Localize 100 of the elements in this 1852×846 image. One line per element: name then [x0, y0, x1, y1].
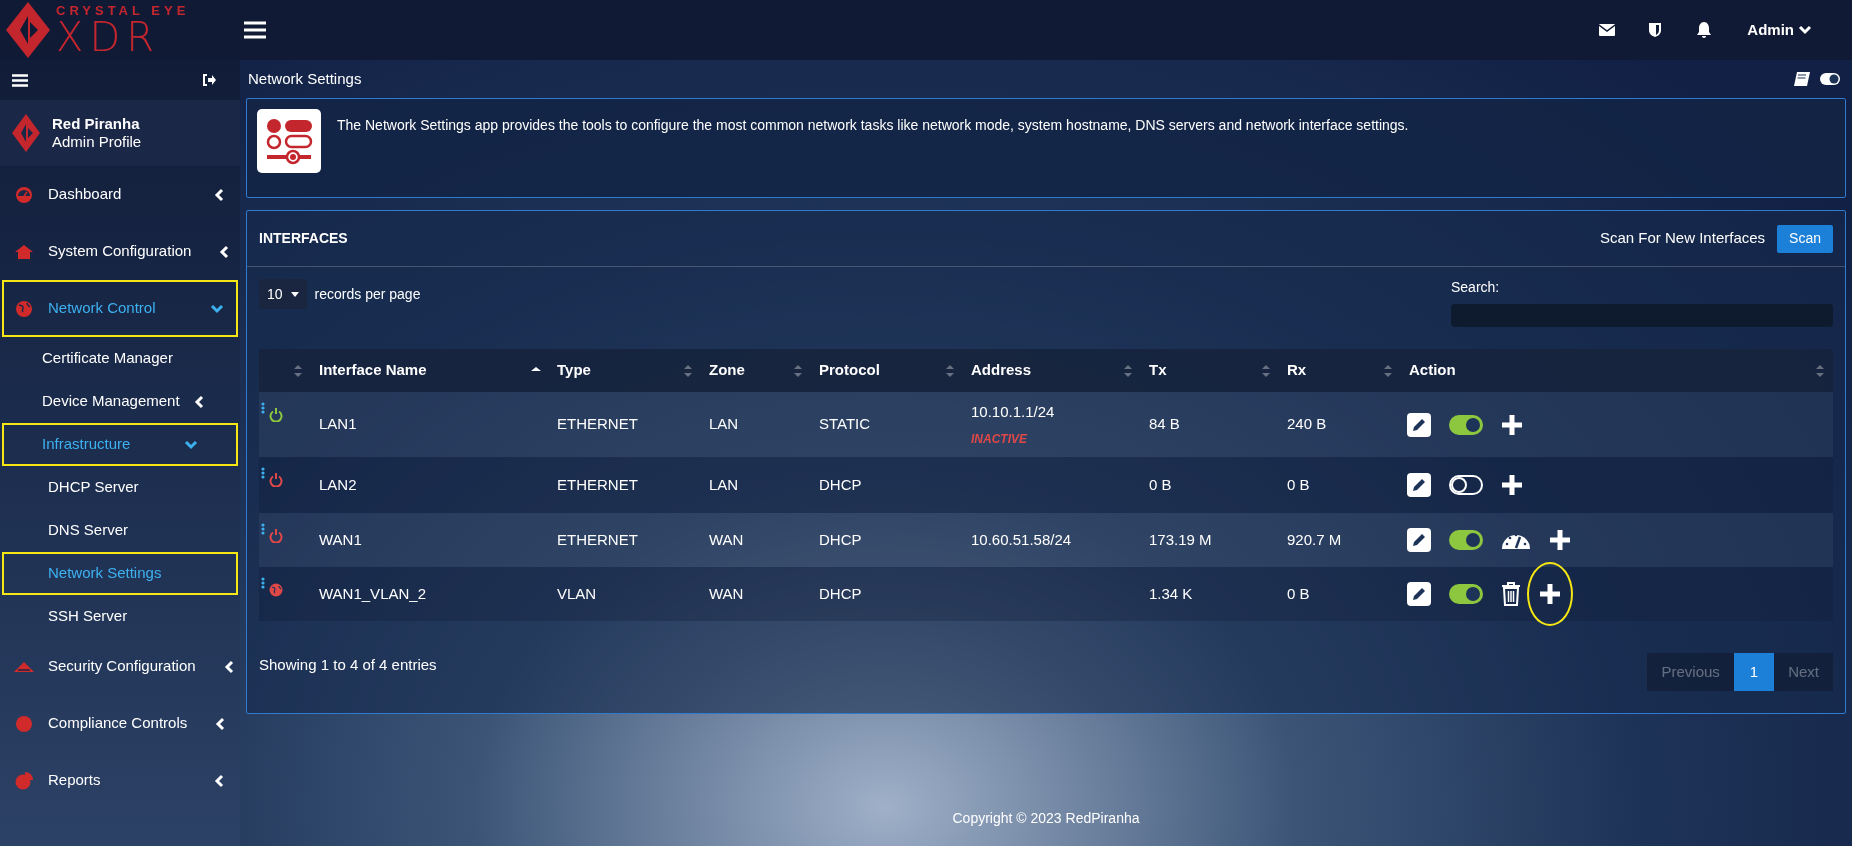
plus-icon[interactable] [1549, 529, 1571, 551]
search-label: Search: [1451, 278, 1501, 297]
sort-icon[interactable] [683, 363, 693, 378]
table-cell: 0 B [1287, 475, 1310, 493]
more-options-icon[interactable] [261, 577, 265, 589]
column-header[interactable]: Protocol [819, 359, 880, 382]
logout-icon[interactable] [202, 74, 216, 86]
page-title: Network Settings [248, 68, 362, 89]
sidebar-item[interactable]: SSH Server [2, 595, 238, 638]
card-title: INTERFACES [259, 229, 348, 248]
sidebar-item[interactable]: DNS Server [2, 509, 238, 552]
page-length-select[interactable]: 10 [259, 279, 307, 309]
mail-icon[interactable] [1599, 24, 1616, 36]
chevron-down-icon [210, 303, 224, 314]
toggle-switch[interactable] [1449, 414, 1483, 435]
table-cell: DHCP [819, 475, 862, 493]
table-cell: LAN [709, 475, 739, 493]
book-icon[interactable] [1794, 72, 1810, 86]
table-cell: VLAN [557, 584, 597, 602]
table-cell: 84 B [1149, 415, 1180, 433]
sidebar-item[interactable]: System Configuration [2, 223, 238, 280]
sidebar-item[interactable]: Certificate Manager [2, 337, 238, 380]
sort-icon[interactable] [293, 363, 303, 378]
sidebar-item[interactable]: Device Management [2, 380, 238, 423]
chevron-left-icon [214, 773, 224, 788]
sidebar-item[interactable]: Network Settings [2, 552, 238, 595]
sidebar-item[interactable]: Compliance Controls [2, 695, 238, 752]
sidebar-item[interactable]: Dashboard [2, 166, 238, 223]
plus-icon[interactable] [1501, 413, 1523, 436]
more-options-icon[interactable] [261, 523, 265, 535]
shield-icon[interactable] [1649, 23, 1662, 37]
sort-icon[interactable] [945, 363, 955, 378]
column-header[interactable]: Type [557, 359, 591, 382]
table-cell: WAN1_VLAN_2 [319, 584, 426, 602]
sidebar-item[interactable]: Network Control [2, 280, 238, 337]
chevron-left-icon [215, 716, 226, 731]
chevron-left-icon [219, 244, 230, 259]
sidebar-item[interactable]: DHCP Server [2, 466, 238, 509]
table-cell: WAN [709, 584, 744, 602]
gauge-icon [14, 185, 34, 204]
edit-icon[interactable] [1407, 473, 1431, 497]
table-cell: 0 B [1287, 584, 1310, 602]
trash-icon[interactable] [1501, 582, 1521, 606]
sort-icon[interactable] [793, 363, 803, 378]
pagination-button[interactable]: 1 [1733, 653, 1775, 691]
circle-icon [14, 714, 34, 733]
table-cell: ETHERNET [557, 415, 638, 433]
table-cell-text: 10.60.51.58/24 [971, 529, 1073, 550]
table-cell: LAN2 [319, 475, 357, 493]
chevron-down-icon [184, 439, 199, 450]
menu-icon[interactable] [244, 21, 266, 39]
scan-button[interactable]: Scan [1777, 224, 1833, 253]
column-header[interactable]: Action [1409, 359, 1456, 382]
logo-icon [12, 114, 40, 152]
sidebar-item[interactable]: Infrastructure [2, 423, 238, 466]
user-menu[interactable]: Admin [1747, 18, 1812, 42]
sort-icon[interactable] [1815, 363, 1825, 378]
column-header[interactable]: Interface Name [319, 359, 427, 382]
page-length-label: records per page [314, 284, 421, 304]
app-description: The Network Settings app provides the tools to configure the most common network tasks like network mode, system hostname, DNS servers and network interface settings. [337, 116, 1409, 135]
home-icon [14, 242, 34, 261]
sort-icon[interactable] [1123, 363, 1133, 378]
column-header[interactable]: Rx [1287, 359, 1307, 382]
toggle-icon[interactable] [1820, 73, 1840, 85]
toggle-switch[interactable] [1449, 530, 1483, 550]
edit-icon[interactable] [1407, 412, 1431, 437]
column-header[interactable]: Address [971, 359, 1032, 382]
plus-icon[interactable] [1539, 583, 1561, 605]
table-cell: DHCP [819, 530, 862, 548]
pie-chart-icon [14, 771, 34, 790]
plus-icon[interactable] [1501, 474, 1523, 496]
more-options-icon[interactable] [261, 402, 265, 414]
chevron-left-icon [193, 394, 204, 409]
more-options-icon[interactable] [261, 467, 265, 479]
copyright-text: Copyright © 2023 RedPiranha [952, 809, 1140, 828]
menu-icon[interactable] [12, 73, 28, 87]
profile-role: Admin Profile [52, 133, 142, 151]
table-cell: WAN [709, 530, 744, 548]
toggle-switch[interactable] [1449, 584, 1483, 604]
bell-icon[interactable] [1697, 22, 1712, 38]
table-cell: 240 B [1287, 415, 1327, 433]
table-cell: ETHERNET [557, 530, 638, 548]
sidebar-item[interactable]: Reports [2, 752, 238, 809]
chevron-left-icon [223, 659, 234, 674]
sort-icon[interactable] [1261, 363, 1271, 378]
column-header[interactable]: Tx [1149, 359, 1167, 382]
globe-icon [14, 299, 34, 318]
logo-product-text: XDR [56, 16, 160, 57]
table-info: Showing 1 to 4 of 4 entries [259, 654, 437, 675]
search-field[interactable] [1451, 304, 1833, 327]
table-cell: WAN1 [319, 530, 362, 548]
table-cell-text: 10.10.1.1/24 [971, 402, 1056, 423]
edit-icon[interactable] [1407, 582, 1431, 606]
sidebar-item[interactable]: Security Configuration [2, 638, 238, 695]
table-cell: 173.19 M [1149, 530, 1212, 548]
toggle-switch[interactable] [1449, 475, 1483, 495]
column-header[interactable]: Zone [709, 359, 745, 382]
table-cell: ETHERNET [557, 475, 638, 493]
edit-icon[interactable] [1407, 528, 1431, 552]
sort-icon[interactable] [1383, 363, 1393, 378]
